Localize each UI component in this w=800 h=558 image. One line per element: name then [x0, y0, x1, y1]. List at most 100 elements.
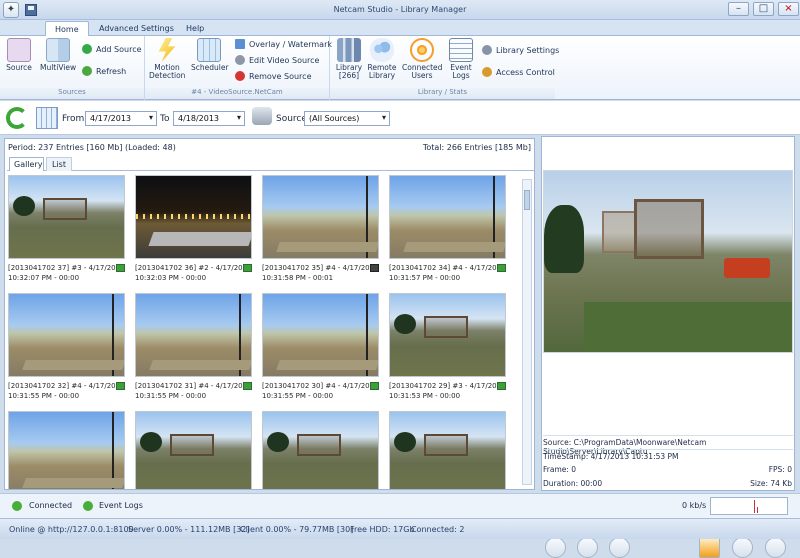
- connected-icon: [12, 501, 22, 511]
- overlay-icon: [235, 39, 245, 49]
- connection-bar: Connected Event Logs 0 kb/s: [0, 493, 800, 518]
- multiview-button[interactable]: MultiView: [40, 38, 76, 72]
- sources-group: Source MultiView Add Source Refresh Sour…: [0, 36, 145, 100]
- media-type-icon: [116, 264, 125, 272]
- thumbnail-image: [262, 411, 379, 489]
- status-bar: Online @ http://127.0.0.1:8100 Server 0.…: [0, 518, 800, 539]
- remote-library-button[interactable]: Remote Library: [366, 38, 398, 80]
- refresh-icon[interactable]: [6, 107, 28, 129]
- gallery-item[interactable]: [2013041702 36] #2 - 4/17/2013 10:32:03 P…: [135, 175, 252, 285]
- library-settings-button[interactable]: Library Settings: [482, 44, 559, 56]
- pause-button[interactable]: [577, 537, 598, 558]
- to-date-picker[interactable]: 4/18/2013: [173, 111, 245, 126]
- connected-users-button[interactable]: Connected Users: [402, 38, 442, 80]
- gallery-scrollbar[interactable]: [522, 179, 532, 485]
- log-icon: [449, 38, 473, 62]
- scheduler-button[interactable]: Scheduler: [191, 38, 229, 72]
- lightning-icon: [158, 38, 176, 62]
- thumbnail-caption: [2013041702 31] #4 - 4/17/2013 10:31:55 P…: [135, 382, 252, 400]
- tab-gallery[interactable]: Gallery: [9, 157, 44, 171]
- access-control-button[interactable]: Access Control: [482, 66, 555, 78]
- edit-video-source-button[interactable]: Edit Video Source: [235, 54, 319, 66]
- hdd-status: Free HDD: 17Gb: [350, 525, 415, 534]
- bandwidth-rate: 0 kb/s: [682, 501, 707, 510]
- event-logs-icon: [83, 501, 93, 511]
- gallery-item[interactable]: [2013041702 34] #4 - 4/17/2013 10:31:57 P…: [389, 175, 506, 285]
- source-select[interactable]: (All Sources): [304, 111, 390, 126]
- motion-detection-button[interactable]: Motion Detection: [149, 38, 185, 80]
- library-group: Library [266] Remote Library Connected U…: [330, 36, 559, 100]
- tab-home[interactable]: Home: [45, 21, 89, 36]
- window-title: Netcam Studio - Library Manager: [333, 5, 467, 14]
- gallery-item[interactable]: [2013041702 32] #4 - 4/17/2013 10:31:55 P…: [8, 293, 125, 403]
- play-button[interactable]: [545, 537, 566, 558]
- from-label: From: [62, 114, 85, 124]
- preview-frame: Frame: 0: [543, 465, 577, 474]
- vlc-icon[interactable]: [699, 537, 720, 558]
- gallery-item[interactable]: [2013041702 37] #3 - 4/17/2013 10:32:07 P…: [8, 175, 125, 285]
- thumbnail-caption: [2013041702 36] #2 - 4/17/2013 10:32:03 P…: [135, 264, 252, 282]
- gallery-item[interactable]: [262, 411, 379, 489]
- thumbnail-image: [389, 293, 506, 377]
- library-panel: Period: 237 Entries [160 Mb] (Loaded: 48…: [4, 138, 535, 490]
- gallery-item[interactable]: [2013041702 29] #3 - 4/17/2013 10:31:53 P…: [389, 293, 506, 403]
- refresh-icon: [82, 66, 92, 76]
- preview-panel: Source: C:\ProgramData\Moonware\Netcam S…: [541, 136, 795, 558]
- thumbnail-image: [262, 293, 379, 377]
- cloud-icon: [370, 38, 394, 62]
- refresh-button[interactable]: Refresh: [82, 65, 126, 77]
- preview-image: [543, 170, 793, 353]
- gallery-item[interactable]: [2013041702 35] #4 - 4/17/2013 10:31:58 P…: [262, 175, 379, 285]
- source-icon: [7, 38, 31, 62]
- view-tabs: Gallery List: [7, 157, 534, 171]
- title-bar: ✦ Netcam Studio - Library Manager – □ ×: [0, 0, 800, 20]
- thumbnail-caption: [2013041702 34] #4 - 4/17/2013 10:31:57 P…: [389, 264, 506, 282]
- media-type-icon: [497, 264, 506, 272]
- library-button[interactable]: Library [266]: [334, 38, 364, 80]
- thumbnail-image: [8, 175, 125, 259]
- calendar-icon[interactable]: [36, 107, 58, 129]
- thumbnail-image: [135, 293, 252, 377]
- close-button[interactable]: ×: [778, 2, 799, 16]
- maximize-button[interactable]: □: [753, 2, 774, 16]
- thumbnail-caption: [2013041702 29] #3 - 4/17/2013 10:31:53 P…: [389, 382, 506, 400]
- ribbon-tabs: Home Advanced Settings Help: [0, 20, 800, 36]
- sources-group-label: Sources: [0, 88, 144, 99]
- preview-size: Size: 74 Kb: [750, 479, 792, 488]
- thumbnail-image: [135, 411, 252, 489]
- gallery-item[interactable]: [135, 411, 252, 489]
- thumbnail-image: [8, 293, 125, 377]
- library-icon: [337, 38, 361, 62]
- filter-toolbar: From 4/17/2013 To 4/18/2013 Source (All …: [0, 101, 800, 135]
- from-date-picker[interactable]: 4/17/2013: [85, 111, 157, 126]
- scroll-thumb[interactable]: [524, 190, 530, 210]
- thumbnail-image: [135, 175, 252, 259]
- next-button[interactable]: [765, 537, 786, 558]
- gear-icon: [235, 55, 245, 65]
- source-button[interactable]: Source: [4, 38, 34, 72]
- multiview-icon: [46, 38, 70, 62]
- overlay-watermark-button[interactable]: Overlay / Watermark: [235, 38, 332, 50]
- users-icon: [482, 67, 492, 77]
- ribbon: Source MultiView Add Source Refresh Sour…: [0, 36, 800, 100]
- gallery-item[interactable]: [2013041702 30] #4 - 4/17/2013 10:31:55 P…: [262, 293, 379, 403]
- remove-source-button[interactable]: Remove Source: [235, 70, 311, 82]
- connected-count: Connected: 2: [411, 525, 465, 534]
- online-status: Online @ http://127.0.0.1:8100: [9, 525, 134, 534]
- tab-list[interactable]: List: [46, 157, 72, 171]
- add-source-button[interactable]: Add Source: [82, 43, 142, 55]
- stop-button[interactable]: [609, 537, 630, 558]
- gallery-item[interactable]: [2013041702 31] #4 - 4/17/2013 10:31:55 P…: [135, 293, 252, 403]
- tab-help[interactable]: Help: [177, 21, 213, 36]
- thumbnail-image: [389, 411, 506, 489]
- minimize-button[interactable]: –: [728, 2, 749, 16]
- connected-status: Connected: [29, 501, 73, 510]
- tab-advanced-settings[interactable]: Advanced Settings: [90, 21, 183, 36]
- event-logs-button[interactable]: Event Logs: [446, 38, 476, 80]
- antenna-icon: [410, 38, 434, 62]
- media-type-icon: [243, 382, 252, 390]
- gallery-item[interactable]: [389, 411, 506, 489]
- previous-button[interactable]: [732, 537, 753, 558]
- gallery-item[interactable]: [8, 411, 125, 489]
- bandwidth-graph: [710, 497, 788, 515]
